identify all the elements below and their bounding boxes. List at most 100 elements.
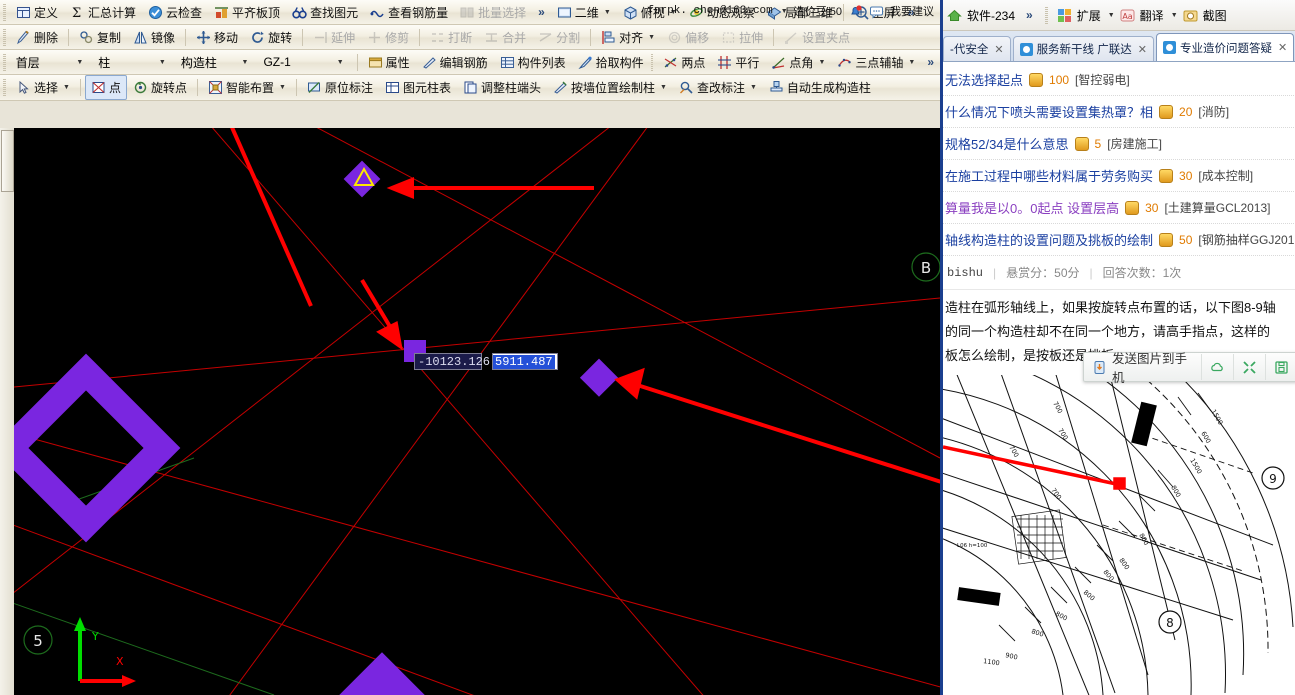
draw-rotate-point-button[interactable]: 旋转点 xyxy=(127,75,193,100)
list-item[interactable]: 规格52/34是什么意思 5 [房建施工] xyxy=(943,128,1295,160)
browser-translate-label[interactable]: 翻译 xyxy=(1140,7,1164,24)
draw-point-button[interactable]: 点 xyxy=(84,75,127,100)
component-name-select[interactable]: GZ-1 ▼ xyxy=(257,52,349,73)
toolbar-align-slab-top-button[interactable]: 平齐板顶 xyxy=(208,0,286,25)
canvas-vertical-scrollbar[interactable] xyxy=(0,128,15,695)
edit-trim-button[interactable]: 修剪 xyxy=(361,25,415,50)
chevron-down-icon[interactable]: ▼ xyxy=(818,59,825,66)
browser-capture-label[interactable]: 截图 xyxy=(1203,7,1227,24)
coordinate-y-input[interactable]: 5911.487 xyxy=(492,353,558,370)
toolbar-batch-select-button[interactable]: 批量选择 xyxy=(454,0,532,25)
list-item[interactable]: 轴线构造柱的设置问题及挑板的绘制 50 [钢筋抽样GGJ201 xyxy=(943,224,1295,256)
browser-extension-label[interactable]: 扩展 xyxy=(1077,7,1101,24)
edit-mirror-button[interactable]: 镜像 xyxy=(127,25,181,50)
toolbar-overflow-chevron[interactable]: » xyxy=(532,5,551,19)
edit-set-grip-button[interactable]: 设置夹点 xyxy=(778,25,856,50)
toolbar-find-element-button[interactable]: 查找图元 xyxy=(286,0,364,25)
expand-button[interactable] xyxy=(1234,354,1266,380)
floor-select[interactable]: 首层 ▼ xyxy=(10,52,90,73)
edit-merge-button[interactable]: 合并 xyxy=(478,25,532,50)
question-title[interactable]: 无法选择起点 xyxy=(945,70,1023,89)
close-icon[interactable]: ✕ xyxy=(1278,41,1287,54)
screenshot-icon[interactable] xyxy=(1183,8,1198,23)
extension-icon[interactable] xyxy=(1057,8,1072,23)
draw-auto-generate-column-button[interactable]: 自动生成构造柱 xyxy=(763,75,877,100)
canvas-scrollbar-thumb[interactable] xyxy=(1,130,14,192)
question-title[interactable]: 算量我是以0。0起点 设置层高 xyxy=(945,198,1119,217)
axis-two-point-button[interactable]: 两点 xyxy=(657,50,711,75)
question-title[interactable]: 什么情况下喷头需要设置集热罩？相 xyxy=(945,102,1153,121)
edit-move-button[interactable]: 移动 xyxy=(190,25,244,50)
blueprint-image[interactable]: 1500 600 1500 800 800 800 800 800 800 80… xyxy=(943,375,1295,695)
question-title[interactable]: 轴线构造柱的设置问题及挑板的绘制 xyxy=(945,230,1153,249)
list-item[interactable]: 什么情况下喷头需要设置集热罩？相 20 [消防] xyxy=(943,96,1295,128)
draw-column-table-button[interactable]: 图元柱表 xyxy=(379,75,457,100)
toolbar-grip[interactable] xyxy=(3,3,6,21)
component-properties-button[interactable]: 属性 xyxy=(362,50,416,75)
chevron-down-icon[interactable]: ▼ xyxy=(334,55,347,70)
axis-point-angle-button[interactable]: 点角 ▼ xyxy=(765,50,831,75)
axis-three-point-button[interactable]: 三点辅轴 ▼ xyxy=(831,50,921,75)
chevron-down-icon[interactable]: ▼ xyxy=(908,59,915,66)
suggest-label[interactable]: 我要建议 xyxy=(890,3,934,19)
list-item[interactable]: 无法选择起点 100 [智控弱电] xyxy=(943,64,1295,96)
chevron-down-icon[interactable]: ▼ xyxy=(1171,12,1178,19)
toolbar-view-rebar-qty-button[interactable]: 查看钢筋量 xyxy=(364,0,454,25)
toolbar-cloud-check-button[interactable]: 云检查 xyxy=(142,0,208,25)
draw-column-by-wall-button[interactable]: 按墙位置绘制柱 ▼ xyxy=(547,75,673,100)
translate-icon[interactable]: Aa xyxy=(1120,8,1135,23)
close-icon[interactable]: ✕ xyxy=(994,43,1003,56)
draw-adjust-column-end-button[interactable]: 调整柱端头 xyxy=(457,75,547,100)
question-title[interactable]: 在施工过程中哪些材料属于劳务购买 xyxy=(945,166,1153,185)
bell-icon[interactable] xyxy=(848,4,863,19)
close-icon[interactable]: ✕ xyxy=(1138,43,1147,56)
edit-offset-button[interactable]: 偏移 xyxy=(661,25,715,50)
edit-align-button[interactable]: 对齐 ▼ xyxy=(595,25,661,50)
draw-check-annotation-button[interactable]: 查改标注 ▼ xyxy=(673,75,763,100)
chevron-down-icon[interactable]: ▼ xyxy=(279,84,286,91)
browser-brand-label[interactable]: 软件-234 xyxy=(967,7,1015,24)
browser-toolbar-grip[interactable] xyxy=(1044,6,1048,24)
draw-in-situ-annotation-button[interactable]: 原位标注 xyxy=(301,75,379,100)
edit-split-button[interactable]: 分割 xyxy=(532,25,586,50)
cad-canvas[interactable]: B 5 Y X -10123.126 5911.487 xyxy=(14,128,940,695)
toolbar-define-button[interactable]: 定义 xyxy=(10,0,64,25)
axis-parallel-button[interactable]: 平行 xyxy=(711,50,765,75)
chevron-down-icon[interactable]: ▼ xyxy=(604,9,611,16)
draw-select-button[interactable]: 选择 ▼ xyxy=(10,75,76,100)
chevron-down-icon[interactable]: ▼ xyxy=(1108,12,1115,19)
save-button[interactable] xyxy=(1266,354,1295,380)
toolbar-summary-calc-button[interactable]: Σ 汇总计算 xyxy=(64,0,142,25)
browser-tab-1[interactable]: 服务新干线 广联达 ✕ xyxy=(1012,36,1154,61)
edit-break-button[interactable]: 打断 xyxy=(424,25,478,50)
question-title[interactable]: 规格52/34是什么意思 xyxy=(945,134,1069,153)
component-toolbar-grip[interactable] xyxy=(3,53,6,71)
draw-smart-layout-button[interactable]: 智能布置 ▼ xyxy=(202,75,292,100)
cloud-button[interactable] xyxy=(1202,354,1234,380)
component-edit-rebar-button[interactable]: 编辑钢筋 xyxy=(416,50,494,75)
component-type-select[interactable]: 构造柱 ▼ xyxy=(175,52,255,73)
chevron-down-icon[interactable]: ▼ xyxy=(648,34,655,41)
send-image-to-phone-button[interactable]: 发送图片到手机 xyxy=(1084,352,1202,385)
component-list-button[interactable]: 构件列表 xyxy=(494,50,572,75)
edit-toolbar-grip[interactable] xyxy=(3,28,6,46)
edit-delete-button[interactable]: 删除 xyxy=(10,25,64,50)
account-chevron-down-icon[interactable]: ▼ xyxy=(781,8,788,15)
draw-toolbar-grip[interactable] xyxy=(3,79,6,96)
list-item[interactable]: 在施工过程中哪些材料属于劳务购买 30 [成本控制] xyxy=(943,160,1295,192)
edit-rotate-button[interactable]: 旋转 xyxy=(244,25,298,50)
account-email[interactable]: forpk. chen@163.com xyxy=(647,5,772,17)
edit-extend-button[interactable]: 延伸 xyxy=(307,25,361,50)
chevron-down-icon[interactable]: ▼ xyxy=(156,55,169,70)
chevron-down-icon[interactable]: ▼ xyxy=(660,84,667,91)
chevron-down-icon[interactable]: ▼ xyxy=(63,84,70,91)
chevron-down-icon[interactable]: ▼ xyxy=(750,84,757,91)
question-author[interactable]: bishu xyxy=(947,266,983,280)
edit-copy-button[interactable]: 复制 xyxy=(73,25,127,50)
axis-toolbar-overflow-chevron[interactable]: » xyxy=(921,55,940,69)
coordinate-x-input[interactable]: -10123.126 xyxy=(414,353,490,370)
edit-stretch-button[interactable]: 拉伸 xyxy=(715,25,769,50)
list-item[interactable]: 算量我是以0。0起点 设置层高 30 [土建算量GCL2013] xyxy=(943,192,1295,224)
toolbar-2d-button[interactable]: 二维 ▼ xyxy=(551,0,617,25)
chevron-down-icon[interactable]: ▼ xyxy=(73,55,86,70)
